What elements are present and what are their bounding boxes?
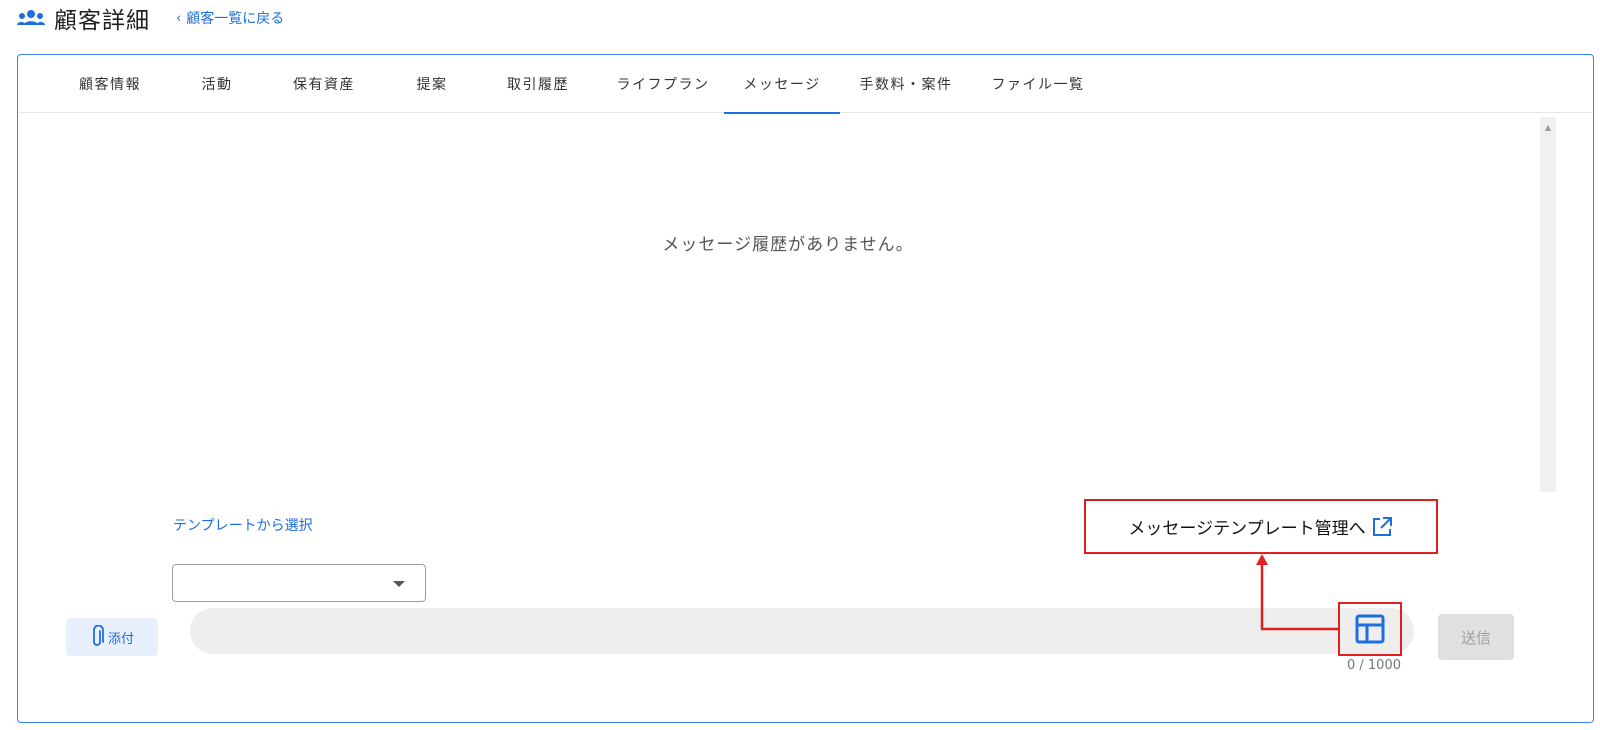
attach-button[interactable]: 添付 — [66, 618, 158, 656]
tab-customer-info[interactable]: 顧客情報 — [58, 55, 162, 113]
empty-message-text: メッセージ履歴がありません。 — [662, 235, 914, 255]
message-input[interactable] — [190, 608, 1414, 654]
message-scrollbar[interactable]: ▲ — [1540, 117, 1556, 492]
back-link-label: 顧客一覧に戻る — [186, 11, 285, 27]
send-button[interactable]: 送信 — [1438, 614, 1514, 660]
template-layout-icon — [1355, 614, 1385, 644]
tab-bar: 顧客情報 活動 保有資産 提案 取引履歴 ライフプラン メッセージ 手数料・案件… — [18, 55, 1593, 114]
attach-label: 添付 — [107, 631, 134, 647]
chevron-left-icon: ‹ — [176, 10, 182, 26]
template-button[interactable] — [1338, 602, 1402, 656]
paperclip-icon — [93, 625, 104, 646]
template-select[interactable] — [172, 564, 426, 602]
users-icon — [17, 10, 45, 25]
scroll-up-icon[interactable]: ▲ — [1540, 121, 1556, 133]
tab-transaction-history[interactable]: 取引履歴 — [488, 55, 588, 113]
tab-holdings[interactable]: 保有資産 — [272, 55, 376, 113]
select-from-template-link[interactable]: テンプレートから選択 — [173, 515, 313, 535]
tab-proposals[interactable]: 提案 — [392, 55, 472, 113]
tab-fees-cases[interactable]: 手数料・案件 — [850, 55, 962, 113]
callout-label: メッセージテンプレート管理へ — [1128, 519, 1366, 539]
tab-file-list[interactable]: ファイル一覧 — [978, 55, 1098, 113]
character-count: 0 / 1000 — [1347, 658, 1401, 673]
tab-messages[interactable]: メッセージ — [724, 55, 840, 114]
back-to-list-link[interactable]: ‹ 顧客一覧に戻る — [176, 8, 284, 28]
tab-activity[interactable]: 活動 — [178, 55, 256, 113]
page-header: 顧客詳細 ‹ 顧客一覧に戻る — [16, 0, 284, 36]
customer-detail-card: 顧客情報 活動 保有資産 提案 取引履歴 ライフプラン メッセージ 手数料・案件… — [17, 54, 1594, 723]
caret-down-icon — [393, 581, 405, 587]
page-title: 顧客詳細 — [54, 8, 150, 34]
external-link-icon — [1372, 516, 1392, 536]
tab-life-plan[interactable]: ライフプラン — [604, 55, 722, 113]
template-management-callout[interactable]: メッセージテンプレート管理へ — [1084, 499, 1438, 554]
